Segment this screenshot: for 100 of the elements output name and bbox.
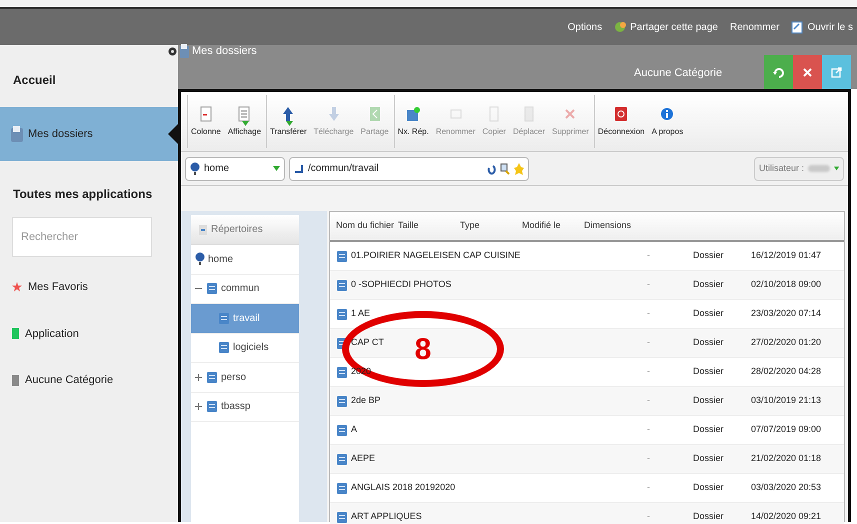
- folder-icon: [218, 341, 230, 354]
- category-item[interactable]: Application: [12, 326, 178, 342]
- toolbar-button[interactable]: Nx. Rép.: [394, 95, 432, 148]
- table-cell-text: -: [647, 452, 651, 466]
- column-header[interactable]: Taille: [398, 219, 419, 233]
- folder-icon: [179, 44, 190, 59]
- sidebar-item[interactable]: Mes dossiers: [0, 107, 178, 161]
- section-title: Toutes mes applications: [12, 186, 154, 203]
- toolbar-button[interactable]: Colonne: [187, 95, 224, 148]
- table-cell-text: 07/07/2019 09:00: [751, 423, 822, 436]
- table-cell-text: Dossier: [693, 336, 725, 350]
- top-link[interactable]: Renommer: [730, 20, 780, 34]
- table-cell-text: -: [647, 365, 651, 378]
- table-cell-text: Dossier: [693, 249, 725, 262]
- toolbar-button[interactable]: Affichage: [224, 95, 264, 148]
- table-cell-text: AEPE: [351, 452, 376, 466]
- folder-tree-icon: [199, 224, 207, 234]
- folder-icon: [10, 125, 24, 143]
- category-item[interactable]: Mes Favoris: [12, 279, 178, 296]
- close-icon: [801, 66, 814, 78]
- folder-icon: [336, 366, 348, 378]
- table-cell-text: Dossier: [693, 394, 725, 408]
- gear-icon: [168, 46, 177, 56]
- list-icon: [236, 106, 252, 122]
- table-cell-text: Dossier: [693, 365, 725, 378]
- folder-icon: [336, 424, 348, 436]
- tree-item[interactable]: perso: [191, 363, 299, 392]
- table-cell-text: 2de BP: [351, 394, 381, 408]
- folder-icon: [336, 250, 348, 262]
- table-cell-text: -: [647, 278, 651, 292]
- search-field[interactable]: Rechercher: [12, 217, 152, 257]
- table-cell-text: Dossier: [693, 481, 725, 494]
- folder-icon: [336, 482, 348, 494]
- top-link[interactable]: Ouvrir le s: [791, 20, 853, 34]
- plus-icon[interactable]: [195, 374, 202, 381]
- globe-icon: [195, 252, 205, 266]
- column-header[interactable]: Type: [460, 219, 480, 233]
- folder-icon: [206, 282, 218, 296]
- top-link[interactable]: Partager cette page: [614, 20, 718, 34]
- path-field[interactable]: /commun/travail: [289, 156, 529, 180]
- category-item[interactable]: Aucune Catégorie: [12, 372, 178, 388]
- plus-icon[interactable]: [195, 403, 202, 410]
- globe-icon: [190, 162, 200, 176]
- column-header[interactable]: Dimensions: [584, 219, 632, 233]
- table-cell-text: 21/02/2020 01:18: [751, 452, 822, 466]
- document-icon: [791, 20, 804, 34]
- table-cell-text: Dossier: [693, 278, 725, 292]
- caret-icon: [273, 166, 280, 171]
- root-select[interactable]: home: [185, 156, 285, 180]
- toolbar-button[interactable]: Transférer: [266, 95, 310, 148]
- table-cell-text: Dossier: [693, 452, 725, 466]
- table-cell-text: 03/03/2020 20:53: [751, 481, 822, 494]
- table-cell-text: -: [647, 394, 651, 408]
- info-icon: [659, 106, 676, 122]
- toolbar-button[interactable]: A propos: [648, 95, 686, 148]
- toolbar-button[interactable]: Déconnexion: [594, 95, 648, 148]
- folder-icon: [218, 312, 230, 325]
- top-link[interactable]: Options: [568, 20, 602, 34]
- table-cell-text: ANGLAIS 2018 20192020: [351, 481, 456, 494]
- column-header[interactable]: Nom du fichier: [336, 219, 394, 233]
- folder-icon: [336, 510, 348, 524]
- table-cell-text: -: [647, 423, 651, 436]
- panel-title: Mes dossiers: [192, 44, 257, 59]
- column-header[interactable]: Modifié le: [522, 219, 561, 233]
- table-cell-text: 16/12/2019 01:47: [751, 249, 822, 262]
- folder-icon: [336, 394, 348, 408]
- table-cell-text: -: [647, 336, 651, 350]
- table-cell-text: 14/02/2020 09:21: [751, 510, 822, 524]
- share-icon: [614, 20, 626, 34]
- table-cell-text: 03/10/2019 21:13: [751, 394, 822, 408]
- table-cell-text: 02/10/2018 09:00: [751, 278, 822, 292]
- folder-icon: [206, 370, 218, 384]
- table-cell-text: CAP CT: [351, 336, 384, 350]
- table-cell-text: Dossier: [693, 510, 725, 524]
- close-button[interactable]: [793, 55, 822, 89]
- table-cell-text: 1 AE: [351, 307, 370, 320]
- folder-icon: [336, 452, 348, 466]
- table-cell-text: -: [647, 510, 651, 524]
- column-icon: [198, 106, 214, 122]
- table-cell-text: Dossier: [693, 423, 725, 436]
- tree-item[interactable]: home: [191, 245, 299, 274]
- folder-icon: [206, 400, 218, 414]
- category-label: Aucune Catégorie: [634, 66, 722, 81]
- refresh-button[interactable]: [764, 55, 793, 89]
- refresh-icon: [772, 66, 785, 78]
- tree-item[interactable]: logiciels: [191, 334, 299, 363]
- table-cell-text: ART APPLIQUES: [351, 510, 422, 524]
- table-cell-text: Dossier: [693, 307, 725, 320]
- table-cell-text: -: [647, 307, 651, 320]
- tree-item[interactable]: tbassp: [191, 392, 299, 422]
- folder-icon: [336, 308, 348, 320]
- home-link[interactable]: Accueil: [0, 45, 178, 107]
- annotation-number: 8: [414, 332, 432, 368]
- table-cell-text: 01.POIRIER NAGELEISEN CAP CUISINE: [351, 249, 520, 262]
- table-cell-text: -: [647, 481, 651, 494]
- redacted-value: [808, 165, 830, 172]
- user-select[interactable]: Utilisateur :: [754, 156, 844, 180]
- caret-icon: [834, 166, 839, 171]
- external-link-icon: [830, 66, 843, 78]
- search-icon: [500, 162, 510, 174]
